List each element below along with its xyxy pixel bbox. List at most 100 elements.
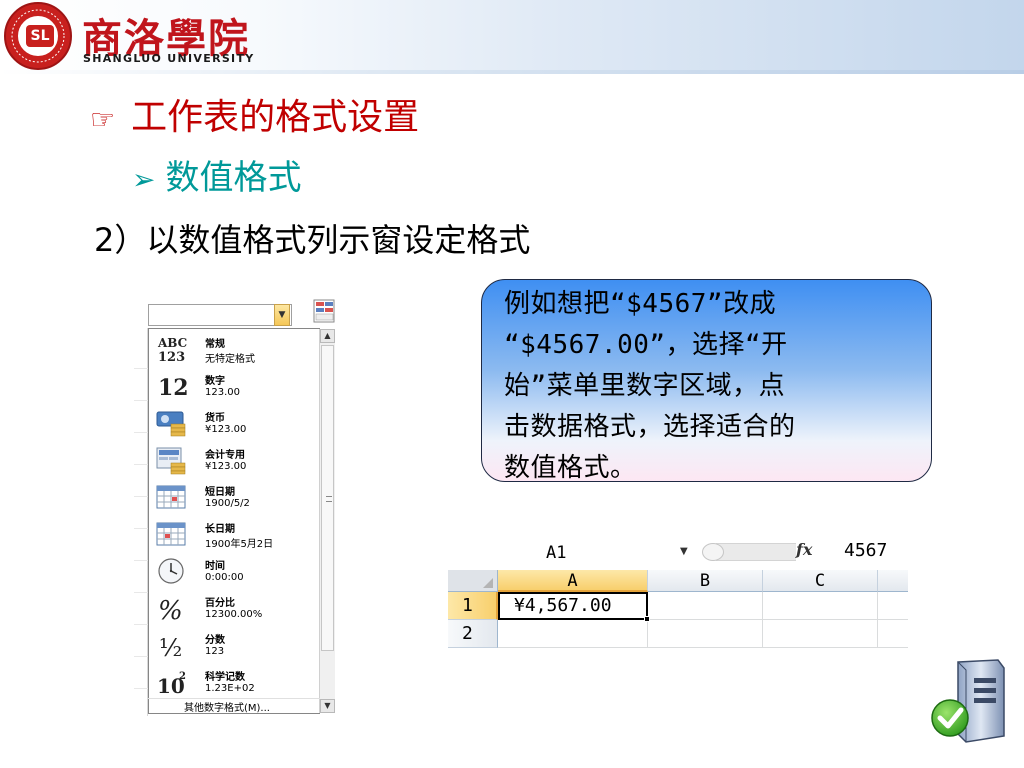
format-name: 数字: [205, 376, 225, 387]
format-example: 12300.00%: [205, 609, 263, 620]
combo-dropdown-button[interactable]: ▼: [274, 304, 290, 326]
scientific-icon: 10 2: [157, 671, 186, 697]
column-header-a[interactable]: A: [498, 570, 648, 592]
step-heading: 2）以数值格式列示窗设定格式: [94, 221, 531, 259]
name-box-dropdown-icon[interactable]: ▼: [680, 546, 688, 557]
format-item-long-date[interactable]: 长日期 1900年5月2日: [149, 516, 319, 553]
format-example: 1900年5月2日: [205, 539, 274, 550]
fill-handle[interactable]: [644, 616, 650, 622]
insert-function-icon[interactable]: fx: [796, 540, 812, 559]
number-format-dropdown: ▼ ABC 123 常规 无特定格式 12 数字 123.00 货币 ¥123.…: [134, 298, 342, 718]
format-item-time[interactable]: 时间 0:00:00: [149, 553, 319, 590]
server-check-icon: [931, 659, 1005, 743]
cell-d1[interactable]: [878, 592, 908, 620]
abc123-icon: ABC 123: [157, 336, 187, 364]
format-example: 无特定格式: [205, 354, 255, 365]
grip-icon: [326, 496, 332, 502]
format-name: 分数: [205, 635, 225, 646]
format-example: 123: [205, 646, 225, 657]
format-name: 短日期: [205, 487, 235, 498]
row-header-2[interactable]: 2: [448, 620, 498, 648]
percent-icon: %: [158, 596, 183, 623]
formula-bar-separator: [716, 543, 796, 561]
active-cell-a1[interactable]: ¥4,567.00: [498, 592, 648, 620]
format-item-short-date[interactable]: 短日期 1900/5/2: [149, 479, 319, 516]
svg-text:%: %: [158, 596, 183, 623]
callout-line: 数值格式。: [504, 453, 637, 483]
format-example: 1.23E+02: [205, 683, 255, 694]
scroll-down-icon[interactable]: ▼: [320, 699, 335, 713]
format-item-number[interactable]: 12 数字 123.00: [149, 368, 319, 405]
sheet-edge-strip: [134, 328, 148, 716]
callout-line: 始”菜单里数字区域，点: [504, 371, 786, 401]
seal-letters: SL: [26, 25, 54, 47]
scroll-up-icon[interactable]: ▲: [320, 329, 335, 343]
formula-bar-value[interactable]: 4567: [844, 540, 887, 561]
formula-bar-handle-icon[interactable]: [702, 543, 724, 561]
format-example: ¥123.00: [205, 424, 247, 435]
svg-text:123: 123: [158, 350, 185, 364]
select-all-corner[interactable]: [448, 570, 498, 592]
seal-inner: SL: [16, 14, 60, 58]
header-stripe: [0, 70, 1024, 74]
main-title: ☞ 工作表的格式设置: [90, 88, 419, 140]
format-item-accounting[interactable]: 会计专用 ¥123.00: [149, 442, 319, 479]
main-title-text: 工作表的格式设置: [131, 97, 420, 138]
format-example: 0:00:00: [205, 572, 244, 583]
format-example: 1900/5/2: [205, 498, 250, 509]
format-list: ABC 123 常规 无特定格式 12 数字 123.00 货币 ¥123.00…: [148, 328, 335, 714]
format-item-scientific[interactable]: 10 2 科学记数 1.23E+02: [149, 664, 319, 701]
svg-text:½: ½: [159, 634, 182, 660]
short-date-calendar-icon: [156, 485, 186, 509]
format-example: ¥123.00: [205, 461, 247, 472]
cell-b2[interactable]: [648, 620, 763, 648]
slide-header: SL 商洛學院 SHANGLUO UNIVERSITY: [0, 0, 1024, 74]
university-seal-logo: SL: [4, 2, 72, 70]
format-example: 123.00: [205, 387, 240, 398]
format-item-percent[interactable]: % 百分比 12300.00%: [149, 590, 319, 627]
format-name: 会计专用: [205, 450, 245, 461]
cell-d2[interactable]: [878, 620, 908, 648]
school-name-en: SHANGLUO UNIVERSITY: [83, 52, 255, 65]
pointing-hand-icon: ☞: [90, 103, 116, 136]
excel-snippet: A1 ▼ fx 4567 A B C 1 2 ¥4,567.00: [448, 538, 908, 660]
column-header-next[interactable]: [878, 570, 908, 592]
column-header-b[interactable]: B: [648, 570, 763, 592]
callout-line: “$4567.00”，选择“开: [504, 330, 788, 360]
cell-b1[interactable]: [648, 592, 763, 620]
fraction-icon: ½: [159, 634, 182, 660]
more-number-formats-link[interactable]: 其他数字格式(M)...: [148, 698, 320, 718]
sheet-grid: A B C 1 2 ¥4,567.00: [448, 570, 908, 660]
callout-line: 例如想把“$4567”改成: [504, 289, 777, 319]
sub-title: ➢ 数值格式: [132, 150, 301, 199]
format-name: 货币: [205, 413, 225, 424]
format-item-general[interactable]: ABC 123 常规 无特定格式: [149, 331, 319, 368]
svg-text:ABC: ABC: [157, 336, 187, 350]
number-format-combo[interactable]: [148, 304, 292, 326]
row-header-1[interactable]: 1: [448, 592, 498, 620]
column-header-c[interactable]: C: [763, 570, 878, 592]
conditional-format-icon[interactable]: [310, 298, 340, 326]
format-name: 百分比: [205, 598, 235, 609]
callout-line: 击数据格式，选择适合的: [504, 412, 796, 442]
clock-icon: [158, 558, 184, 584]
format-item-fraction[interactable]: ½ 分数 123: [149, 627, 319, 664]
scroll-thumb[interactable]: [321, 345, 334, 651]
explanation-callout: 例如想把“$4567”改成 “$4567.00”，选择“开 始”菜单里数字区域，…: [481, 279, 932, 483]
cell-a2[interactable]: [498, 620, 648, 648]
name-box[interactable]: A1: [472, 540, 712, 566]
format-name: 科学记数: [205, 672, 245, 683]
number-12-icon: 12: [158, 375, 189, 401]
format-item-currency[interactable]: 货币 ¥123.00: [149, 405, 319, 442]
format-name: 常规: [205, 339, 225, 350]
svg-text:2: 2: [179, 671, 186, 682]
format-list-scrollbar[interactable]: ▲ ▼: [319, 329, 335, 713]
cell-c1[interactable]: [763, 592, 878, 620]
long-date-calendar-icon: [156, 522, 186, 546]
accounting-icon: [156, 447, 186, 475]
svg-text:12: 12: [158, 375, 189, 401]
format-name: 时间: [205, 561, 225, 572]
currency-icon: [156, 411, 186, 437]
cell-c2[interactable]: [763, 620, 878, 648]
format-name: 长日期: [205, 524, 235, 535]
